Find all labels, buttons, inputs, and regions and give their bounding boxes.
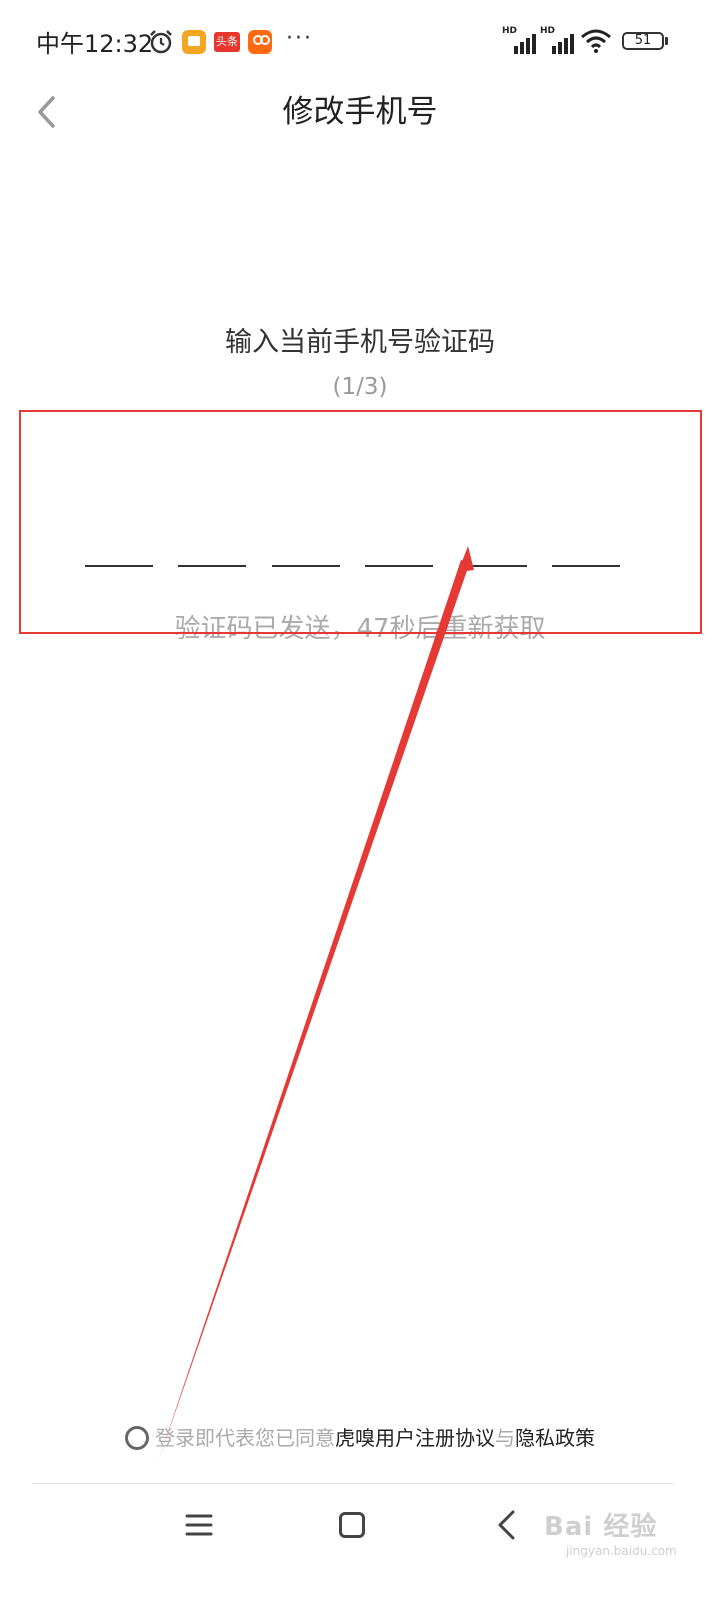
notes-app-icon [182,30,206,54]
verify-prompt: 输入当前手机号验证码 [225,327,495,358]
agreement-row: 登录即代表您已同意虎嗅用户注册协议与隐私政策 [0,1420,720,1456]
menu-icon[interactable] [184,1510,214,1540]
status-time: 中午12:32 [36,30,154,58]
status-bar: 中午12:32 头条 ··· HD HD 51 [0,0,720,84]
toutiao-app-icon: 头条 [214,32,240,52]
nav-divider [32,1483,674,1484]
cell-signal-icon-2: HD [540,26,574,54]
agreement-prefix: 登录即代表您已同意 [155,1426,335,1450]
agree-radio[interactable] [125,1425,149,1450]
hd-label-2: HD [540,26,556,36]
screen: 中午12:32 头条 ··· HD HD 51 修改手机号 输入当前手机号验证码… [0,0,720,1600]
kuaishou-app-icon [248,30,272,54]
step-indicator: (1/3) [332,374,388,400]
privacy-link[interactable]: 隐私政策 [515,1426,595,1450]
battery-tip [665,37,668,45]
annotation-highlight-box [19,410,702,634]
page-title: 修改手机号 [282,94,438,130]
battery-icon: 51 [622,32,664,50]
back-chevron-icon[interactable] [492,1508,522,1542]
cell-signal-icon: HD [502,26,536,54]
baidu-watermark: Bai 经验 [544,1512,658,1542]
agreement-conjunction: 与 [495,1426,515,1450]
baidu-watermark-url: jingyan.baidu.com [566,1544,677,1558]
home-square-icon[interactable] [339,1512,365,1538]
wifi-icon [581,29,611,53]
alarm-icon [150,30,172,54]
more-notifications-icon: ··· [286,26,313,51]
terms-link[interactable]: 虎嗅用户注册协议 [335,1426,495,1450]
hd-label: HD [502,26,518,36]
annotation-arrow [158,546,474,1462]
